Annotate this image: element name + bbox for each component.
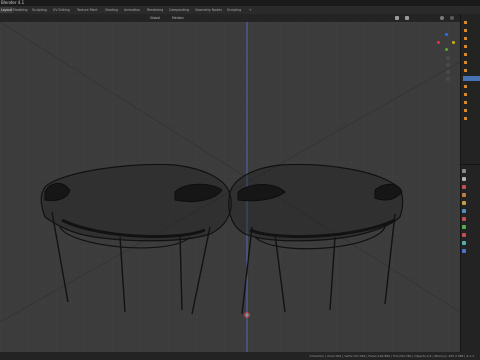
tab-rendering[interactable]: Rendering (146, 7, 164, 13)
tab-geometry-nodes[interactable]: Geometry Nodes (194, 7, 223, 13)
outliner-item[interactable] (463, 28, 480, 33)
scene-statistics: Collection | Chair.001 | Verts:147,264 |… (309, 354, 474, 358)
scene-icon[interactable] (462, 193, 466, 197)
status-bar: Collection | Chair.001 | Verts:147,264 |… (0, 352, 480, 360)
tab-layout[interactable]: Layout (0, 7, 13, 13)
pivot-dropdown[interactable]: Median (172, 15, 184, 21)
outliner-item[interactable] (463, 108, 480, 113)
material-icon[interactable] (462, 233, 466, 237)
tab-scripting[interactable]: Scripting (226, 7, 242, 13)
3d-viewport[interactable] (0, 22, 460, 352)
outliner-item[interactable] (463, 84, 480, 89)
tab-sculpting[interactable]: Sculpting (31, 7, 48, 13)
outliner-item[interactable] (463, 20, 480, 25)
tab-add-workspace[interactable]: + (248, 7, 253, 13)
gizmo-neg[interactable] (452, 41, 455, 44)
outliner-item[interactable] (463, 44, 480, 49)
transform-orientation-dropdown[interactable]: Global (150, 15, 160, 21)
grid-icon[interactable] (446, 77, 450, 81)
tab-texture-paint[interactable]: Texture Paint (76, 7, 99, 13)
outliner-item[interactable] (463, 92, 480, 97)
navigation-gizmo[interactable] (436, 32, 456, 52)
object-icon[interactable] (462, 209, 466, 213)
outliner-item[interactable] (463, 60, 480, 65)
gizmo-x[interactable] (437, 41, 440, 44)
pan-icon[interactable] (446, 63, 450, 67)
overlay-icon[interactable] (440, 16, 444, 20)
viewport-canvas[interactable] (0, 22, 460, 352)
properties-panel (460, 14, 480, 352)
tab-shading[interactable]: Shading (104, 7, 119, 13)
constraint-icon[interactable] (462, 249, 466, 253)
outliner-item[interactable] (463, 68, 480, 73)
tab-compositing[interactable]: Compositing (168, 7, 190, 13)
outliner-item[interactable] (463, 36, 480, 41)
outliner-item-selected[interactable] (463, 76, 480, 81)
gizmo-z[interactable] (445, 33, 448, 36)
tab-uv-editing[interactable]: UV Editing (52, 7, 71, 13)
tab-modeling[interactable]: Modeling (12, 7, 29, 13)
render-icon[interactable] (462, 177, 466, 181)
view-icon[interactable] (395, 16, 399, 20)
camera-icon[interactable] (446, 70, 450, 74)
tab-animation[interactable]: Animation (123, 7, 141, 13)
outliner-item[interactable] (463, 100, 480, 105)
data-icon[interactable] (462, 225, 466, 229)
tool-icon[interactable] (462, 169, 466, 173)
physics-icon[interactable] (462, 241, 466, 245)
zoom-icon[interactable] (446, 56, 450, 60)
panel-divider (461, 164, 480, 165)
outliner-item[interactable] (463, 52, 480, 57)
output-icon[interactable] (462, 185, 466, 189)
select-icon[interactable] (405, 16, 409, 20)
world-icon[interactable] (462, 201, 466, 205)
modifier-icon[interactable] (462, 217, 466, 221)
gizmo-y[interactable] (445, 48, 448, 51)
shading-icon[interactable] (450, 16, 454, 20)
outliner-item[interactable] (463, 116, 480, 121)
